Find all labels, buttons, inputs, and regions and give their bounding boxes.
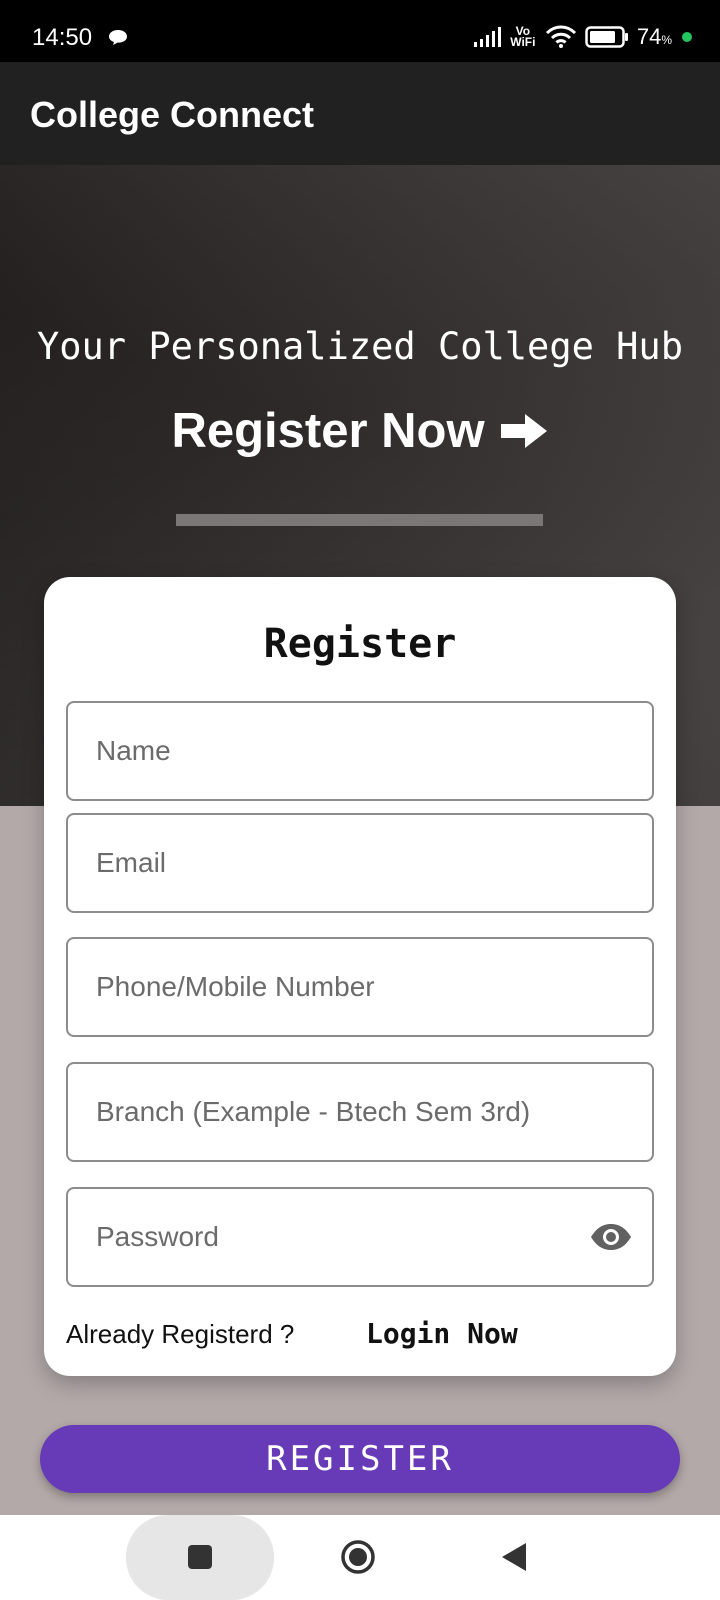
wifi-icon bbox=[545, 25, 576, 48]
email-field bbox=[66, 813, 654, 913]
app-bar: College Connect bbox=[0, 62, 720, 165]
branch-input[interactable] bbox=[96, 1064, 576, 1160]
privacy-indicator-dot bbox=[682, 32, 692, 42]
eye-icon[interactable] bbox=[590, 1223, 632, 1251]
already-registered-text: Already Registerd ? bbox=[66, 1319, 295, 1349]
battery-level: 74 % bbox=[637, 24, 672, 50]
arrow-right-icon bbox=[500, 414, 547, 448]
branch-field bbox=[66, 1062, 654, 1162]
app-title: College Connect bbox=[30, 94, 315, 135]
status-icons: Vo WiFi 74 % bbox=[473, 22, 692, 52]
hero-divider bbox=[176, 514, 543, 526]
status-bar: 14:50 Vo WiFi 74 % bbox=[0, 0, 720, 62]
password-input[interactable] bbox=[96, 1189, 576, 1285]
system-nav-bar bbox=[0, 1515, 720, 1600]
battery-value: 74 bbox=[636, 24, 662, 49]
register-card-title: Register bbox=[263, 621, 457, 667]
battery-icon bbox=[585, 26, 628, 48]
email-input[interactable] bbox=[96, 815, 576, 911]
hero-tagline: Your Personalized College Hub bbox=[36, 325, 683, 368]
name-input[interactable] bbox=[96, 703, 576, 799]
back-icon[interactable] bbox=[500, 1541, 528, 1573]
vowifi-bottom: WiFi bbox=[510, 35, 536, 49]
phone-field bbox=[66, 937, 654, 1037]
register-card: Register Already Registerd ? Login Now bbox=[44, 577, 676, 1376]
phone-input[interactable] bbox=[96, 939, 576, 1035]
login-row: Already Registerd ? Login Now bbox=[66, 1317, 654, 1350]
register-now-label: Register Now bbox=[171, 404, 485, 458]
login-now-link[interactable]: Login Now bbox=[366, 1317, 518, 1350]
signal-icon bbox=[473, 27, 501, 47]
register-button[interactable]: REGISTER bbox=[40, 1425, 680, 1493]
register-now-cta[interactable]: Register Now bbox=[0, 403, 720, 459]
name-field bbox=[66, 701, 654, 801]
recents-button[interactable] bbox=[126, 1515, 274, 1600]
vowifi-indicator: Vo WiFi bbox=[509, 25, 537, 49]
status-time: 14:50 bbox=[32, 24, 93, 51]
battery-unit: % bbox=[661, 33, 672, 47]
password-field bbox=[66, 1187, 654, 1287]
home-icon[interactable] bbox=[340, 1539, 376, 1575]
recents-icon bbox=[188, 1545, 212, 1569]
chat-bubble-icon bbox=[109, 30, 127, 45]
